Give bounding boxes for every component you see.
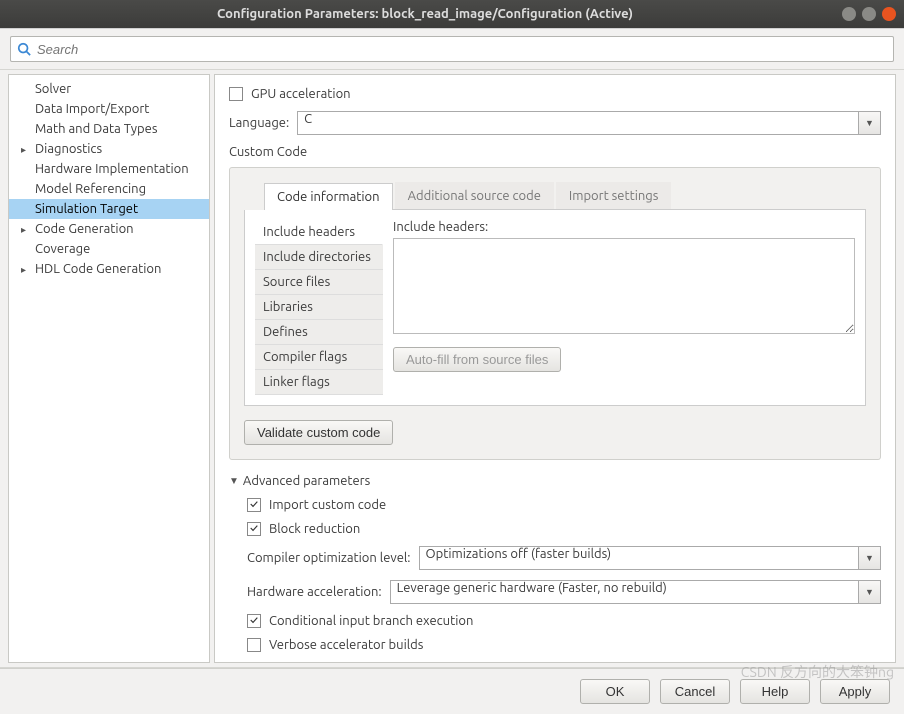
cond-input-checkbox[interactable]: [247, 614, 261, 628]
dropdown-arrow-icon[interactable]: ▼: [859, 546, 881, 570]
window-controls: [842, 7, 896, 21]
tab-panel: Include headers Include directories Sour…: [244, 210, 866, 406]
sidebar-item-code-generation[interactable]: ▸Code Generation: [9, 219, 209, 239]
vtab-libraries[interactable]: Libraries: [255, 295, 383, 320]
sidebar-item-solver[interactable]: Solver: [9, 79, 209, 99]
sidebar: Solver Data Import/Export Math and Data …: [8, 74, 210, 663]
search-input[interactable]: [37, 42, 887, 57]
include-headers-label: Include headers:: [393, 220, 855, 234]
import-custom-label: Import custom code: [269, 498, 386, 512]
custom-code-label: Custom Code: [229, 145, 881, 159]
sidebar-item-math-data-types[interactable]: Math and Data Types: [9, 119, 209, 139]
validate-custom-code-button[interactable]: Validate custom code: [244, 420, 393, 445]
sidebar-item-hdl-code-generation[interactable]: ▸HDL Code Generation: [9, 259, 209, 279]
sidebar-item-diagnostics[interactable]: ▸Diagnostics: [9, 139, 209, 159]
verbose-label: Verbose accelerator builds: [269, 638, 423, 652]
tab-import-settings[interactable]: Import settings: [556, 182, 672, 209]
block-reduction-label: Block reduction: [269, 522, 360, 536]
footer: OK Cancel Help Apply: [0, 668, 904, 714]
main-panel: GPU acceleration Language: C ▼ Custom Co…: [214, 74, 896, 663]
vtab-linker-flags[interactable]: Linker flags: [255, 370, 383, 395]
dyn-mem-label: Dynamic memory allocation in MATLAB func…: [269, 662, 555, 663]
vtab-source-files[interactable]: Source files: [255, 270, 383, 295]
import-custom-checkbox[interactable]: [247, 498, 261, 512]
verbose-checkbox[interactable]: [247, 638, 261, 652]
vtab-content: Include headers: Auto-fill from source f…: [393, 220, 855, 395]
language-label: Language:: [229, 116, 289, 130]
hw-accel-label: Hardware acceleration:: [247, 585, 382, 599]
compiler-opt-label: Compiler optimization level:: [247, 551, 411, 565]
gpu-checkbox[interactable]: [229, 87, 243, 101]
dyn-mem-checkbox[interactable]: [247, 662, 261, 663]
vtab-include-headers[interactable]: Include headers: [255, 220, 383, 245]
chevron-down-icon: ▼: [229, 475, 239, 487]
window-title: Configuration Parameters: block_read_ima…: [8, 7, 842, 21]
cancel-button[interactable]: Cancel: [660, 679, 730, 704]
vtab-defines[interactable]: Defines: [255, 320, 383, 345]
apply-button[interactable]: Apply: [820, 679, 890, 704]
titlebar: Configuration Parameters: block_read_ima…: [0, 0, 904, 28]
search-box[interactable]: [10, 36, 894, 62]
sidebar-item-model-referencing[interactable]: Model Referencing: [9, 179, 209, 199]
tab-code-information[interactable]: Code information: [264, 183, 393, 210]
include-headers-textarea[interactable]: [393, 238, 855, 334]
help-button[interactable]: Help: [740, 679, 810, 704]
hw-accel-select[interactable]: Leverage generic hardware (Faster, no re…: [390, 580, 859, 604]
maximize-icon[interactable]: [862, 7, 876, 21]
sidebar-item-hardware-impl[interactable]: Hardware Implementation: [9, 159, 209, 179]
search-icon: [17, 42, 31, 56]
vtab-include-directories[interactable]: Include directories: [255, 245, 383, 270]
chevron-right-icon: ▸: [21, 144, 26, 156]
block-reduction-checkbox[interactable]: [247, 522, 261, 536]
close-icon[interactable]: [882, 7, 896, 21]
language-select[interactable]: C: [297, 111, 859, 135]
code-tabs: Code information Additional source code …: [264, 182, 866, 210]
vertical-tabs: Include headers Include directories Sour…: [255, 220, 383, 395]
sidebar-item-simulation-target[interactable]: Simulation Target: [9, 199, 209, 219]
chevron-right-icon: ▸: [21, 264, 26, 276]
compiler-opt-select[interactable]: Optimizations off (faster builds): [419, 546, 859, 570]
sidebar-item-data-import-export[interactable]: Data Import/Export: [9, 99, 209, 119]
advanced-header[interactable]: ▼ Advanced parameters: [229, 474, 881, 488]
gpu-label: GPU acceleration: [251, 87, 351, 101]
autofill-button[interactable]: Auto-fill from source files: [393, 347, 561, 372]
dropdown-arrow-icon[interactable]: ▼: [859, 111, 881, 135]
dropdown-arrow-icon[interactable]: ▼: [859, 580, 881, 604]
chevron-right-icon: ▸: [21, 224, 26, 236]
cond-input-label: Conditional input branch execution: [269, 614, 473, 628]
vtab-compiler-flags[interactable]: Compiler flags: [255, 345, 383, 370]
tab-additional-source[interactable]: Additional source code: [395, 182, 554, 209]
minimize-icon[interactable]: [842, 7, 856, 21]
custom-code-box: Code information Additional source code …: [229, 167, 881, 460]
sidebar-item-coverage[interactable]: Coverage: [9, 239, 209, 259]
ok-button[interactable]: OK: [580, 679, 650, 704]
